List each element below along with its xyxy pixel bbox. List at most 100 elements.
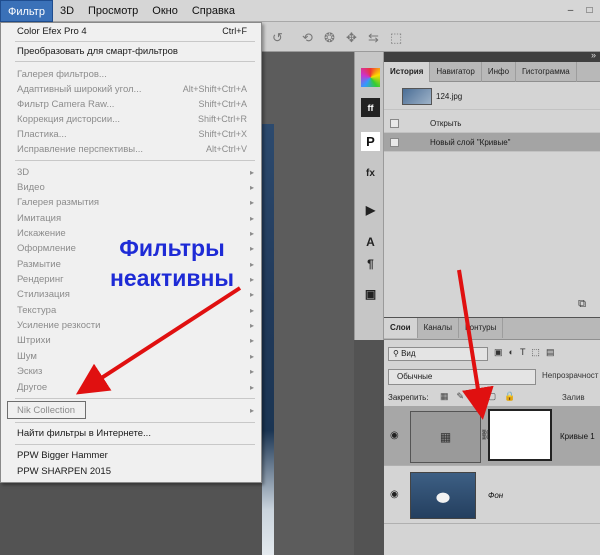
menu-item-shortcut: Shift+Ctrl+X [198, 129, 247, 139]
step-checkbox[interactable] [390, 138, 399, 147]
menu-item-label: Имитация [17, 213, 62, 224]
menu-item-smart-filters[interactable]: Преобразовать для смарт-фильтров [1, 44, 261, 59]
menu-item-texture[interactable]: Текстура ▸ [1, 303, 261, 318]
menu-item-nik-collection[interactable]: Nik Collection ▸ [1, 403, 261, 418]
menu-item-camera-raw[interactable]: Фильтр Camera Raw... Shift+Ctrl+A [1, 97, 261, 112]
panel-icon-strip: ff P fx ▶ A ¶ ▣ [354, 52, 384, 340]
curves-adjustment-icon: ▦ [410, 411, 481, 463]
clone-source-icon[interactable]: ▣ [361, 284, 380, 303]
pan-icon[interactable]: ✥ [346, 30, 357, 46]
scale-icon[interactable]: ⬚ [390, 30, 402, 46]
tab-navigator[interactable]: Навигатор [430, 62, 482, 82]
eye-icon[interactable]: ◉ [390, 489, 399, 500]
menu-item-lens-correction[interactable]: Коррекция дисторсии... Shift+Ctrl+R [1, 112, 261, 127]
menu-item-label: Стилизация [17, 289, 70, 300]
menu-item-liquify[interactable]: Пластика... Shift+Ctrl+X [1, 127, 261, 142]
minimize-button[interactable]: – [562, 4, 579, 18]
menu-item-label: Адаптивный широкий угол... [17, 84, 142, 95]
undo-icon[interactable]: ↺ [272, 30, 283, 46]
maximize-button[interactable]: □ [581, 4, 598, 18]
menu-3d[interactable]: 3D [53, 0, 81, 22]
layer-name: Кривые 1 [560, 432, 595, 441]
character-icon[interactable]: A [361, 232, 380, 251]
plugin-ff-icon[interactable]: ff [361, 98, 380, 117]
menu-item-label: Галерея размытия [17, 197, 100, 208]
layer-row-background[interactable]: ◉ Фон [384, 467, 600, 524]
menu-view[interactable]: Просмотр [81, 0, 145, 22]
layer-filter-icons[interactable]: ▣◐T⬚▤ [494, 347, 560, 358]
step-checkbox[interactable] [390, 119, 399, 128]
menu-item-artistic[interactable]: Имитация ▸ [1, 211, 261, 226]
menu-item-color-efex[interactable]: Color Efex Pro 4 Ctrl+F [1, 24, 261, 39]
menu-item-label: Коррекция дисторсии... [17, 114, 121, 125]
submenu-arrow-icon: ▸ [249, 321, 254, 330]
menu-filter[interactable]: Фильтр [0, 0, 53, 22]
slide-icon[interactable]: ⇆ [368, 30, 379, 46]
menu-item-3d[interactable]: 3D ▸ [1, 165, 261, 180]
window-controls: – □ [562, 0, 600, 18]
history-tabs: История Навигатор Инфо Гистограмма [384, 62, 600, 82]
layer-filter-select[interactable]: ⚲ Вид [388, 347, 488, 361]
layer-name: Фон [488, 491, 504, 500]
tab-channels[interactable]: Каналы [418, 318, 459, 338]
menu-item-label: Видео [17, 182, 45, 193]
tab-info[interactable]: Инфо [482, 62, 517, 82]
history-snapshot[interactable]: 124.jpg [384, 84, 600, 110]
collapse-dock-icon[interactable]: » [591, 50, 596, 60]
opacity-label: Непрозрачност [542, 371, 599, 380]
fx-icon[interactable]: fx [361, 164, 380, 183]
layer-row-curves[interactable]: ◉ ▦ ⛓ Кривые 1 [384, 406, 600, 466]
menu-item-sketch[interactable]: Эскиз ▸ [1, 364, 261, 379]
menu-item-vanishing-point[interactable]: Исправление перспективы... Alt+Ctrl+V [1, 142, 261, 157]
tab-paths[interactable]: Контуры [459, 318, 504, 338]
menu-item-ppw-sharpen[interactable]: PPW SHARPEN 2015 [1, 464, 261, 479]
menu-item-label: Рендеринг [17, 274, 64, 285]
tab-history[interactable]: История [384, 62, 431, 82]
history-step-selected[interactable]: Новый слой "Кривые" [384, 133, 600, 152]
submenu-arrow-icon: ▸ [249, 383, 254, 392]
menu-item-label: Nik Collection [17, 405, 76, 416]
color-efex-icon[interactable] [361, 68, 380, 87]
dock-header: » [354, 50, 600, 62]
menu-item-brush-strokes[interactable]: Штрихи ▸ [1, 333, 261, 348]
menu-item-label: Галерея фильтров... [17, 69, 107, 80]
menu-help[interactable]: Справка [185, 0, 242, 22]
submenu-arrow-icon: ▸ [249, 306, 254, 315]
menu-item-filter-gallery[interactable]: Галерея фильтров... [1, 67, 261, 82]
plugin-p-icon[interactable]: P [361, 132, 380, 151]
layer-mask-thumbnail[interactable] [488, 409, 552, 461]
submenu-arrow-icon: ▸ [249, 336, 254, 345]
tab-histogram[interactable]: Гистограмма [516, 62, 577, 82]
new-document-icon[interactable]: ⧉ [578, 298, 586, 311]
menu-item-label: Фильтр Camera Raw... [17, 99, 115, 110]
menu-item-adaptive-wide-angle[interactable]: Адаптивный широкий угол... Alt+Shift+Ctrl… [1, 82, 261, 97]
menu-item-ppw-bigger-hammer[interactable]: PPW Bigger Hammer [1, 448, 261, 463]
blend-mode-select[interactable]: Обычные [388, 369, 536, 385]
menu-separator [15, 61, 255, 62]
history-step[interactable]: Открыть [384, 114, 600, 133]
menu-item-noise[interactable]: Шум ▸ [1, 349, 261, 364]
menu-item-video[interactable]: Видео ▸ [1, 180, 261, 195]
menu-item-label: PPW Bigger Hammer [17, 450, 108, 461]
orbit-icon[interactable]: ❂ [324, 30, 335, 46]
snapshot-thumbnail [402, 88, 432, 105]
menu-item-other[interactable]: Другое ▸ [1, 380, 261, 395]
menu-separator [15, 398, 255, 399]
lock-icons[interactable]: ▦✎✥▢🔒 [440, 391, 523, 402]
menu-item-browse-filters-online[interactable]: Найти фильтры в Интернете... [1, 426, 261, 441]
step-label: Открыть [430, 119, 462, 128]
menu-window[interactable]: Окно [145, 0, 185, 22]
paragraph-icon[interactable]: ¶ [361, 254, 380, 273]
history-panel: История Навигатор Инфо Гистограмма 124.j… [384, 62, 600, 317]
document-image [262, 124, 274, 555]
submenu-arrow-icon: ▸ [249, 352, 254, 361]
play-icon[interactable]: ▶ [361, 200, 380, 219]
tab-layers[interactable]: Слои [384, 318, 418, 338]
menu-separator [15, 444, 255, 445]
rotate-3d-icon[interactable]: ⟲ [302, 30, 313, 46]
layers-tabs: Слои Каналы Контуры [384, 318, 600, 340]
menu-separator [15, 160, 255, 161]
eye-icon[interactable]: ◉ [390, 430, 399, 441]
menu-item-sharpen[interactable]: Усиление резкости ▸ [1, 318, 261, 333]
menu-item-blur-gallery[interactable]: Галерея размытия ▸ [1, 195, 261, 210]
